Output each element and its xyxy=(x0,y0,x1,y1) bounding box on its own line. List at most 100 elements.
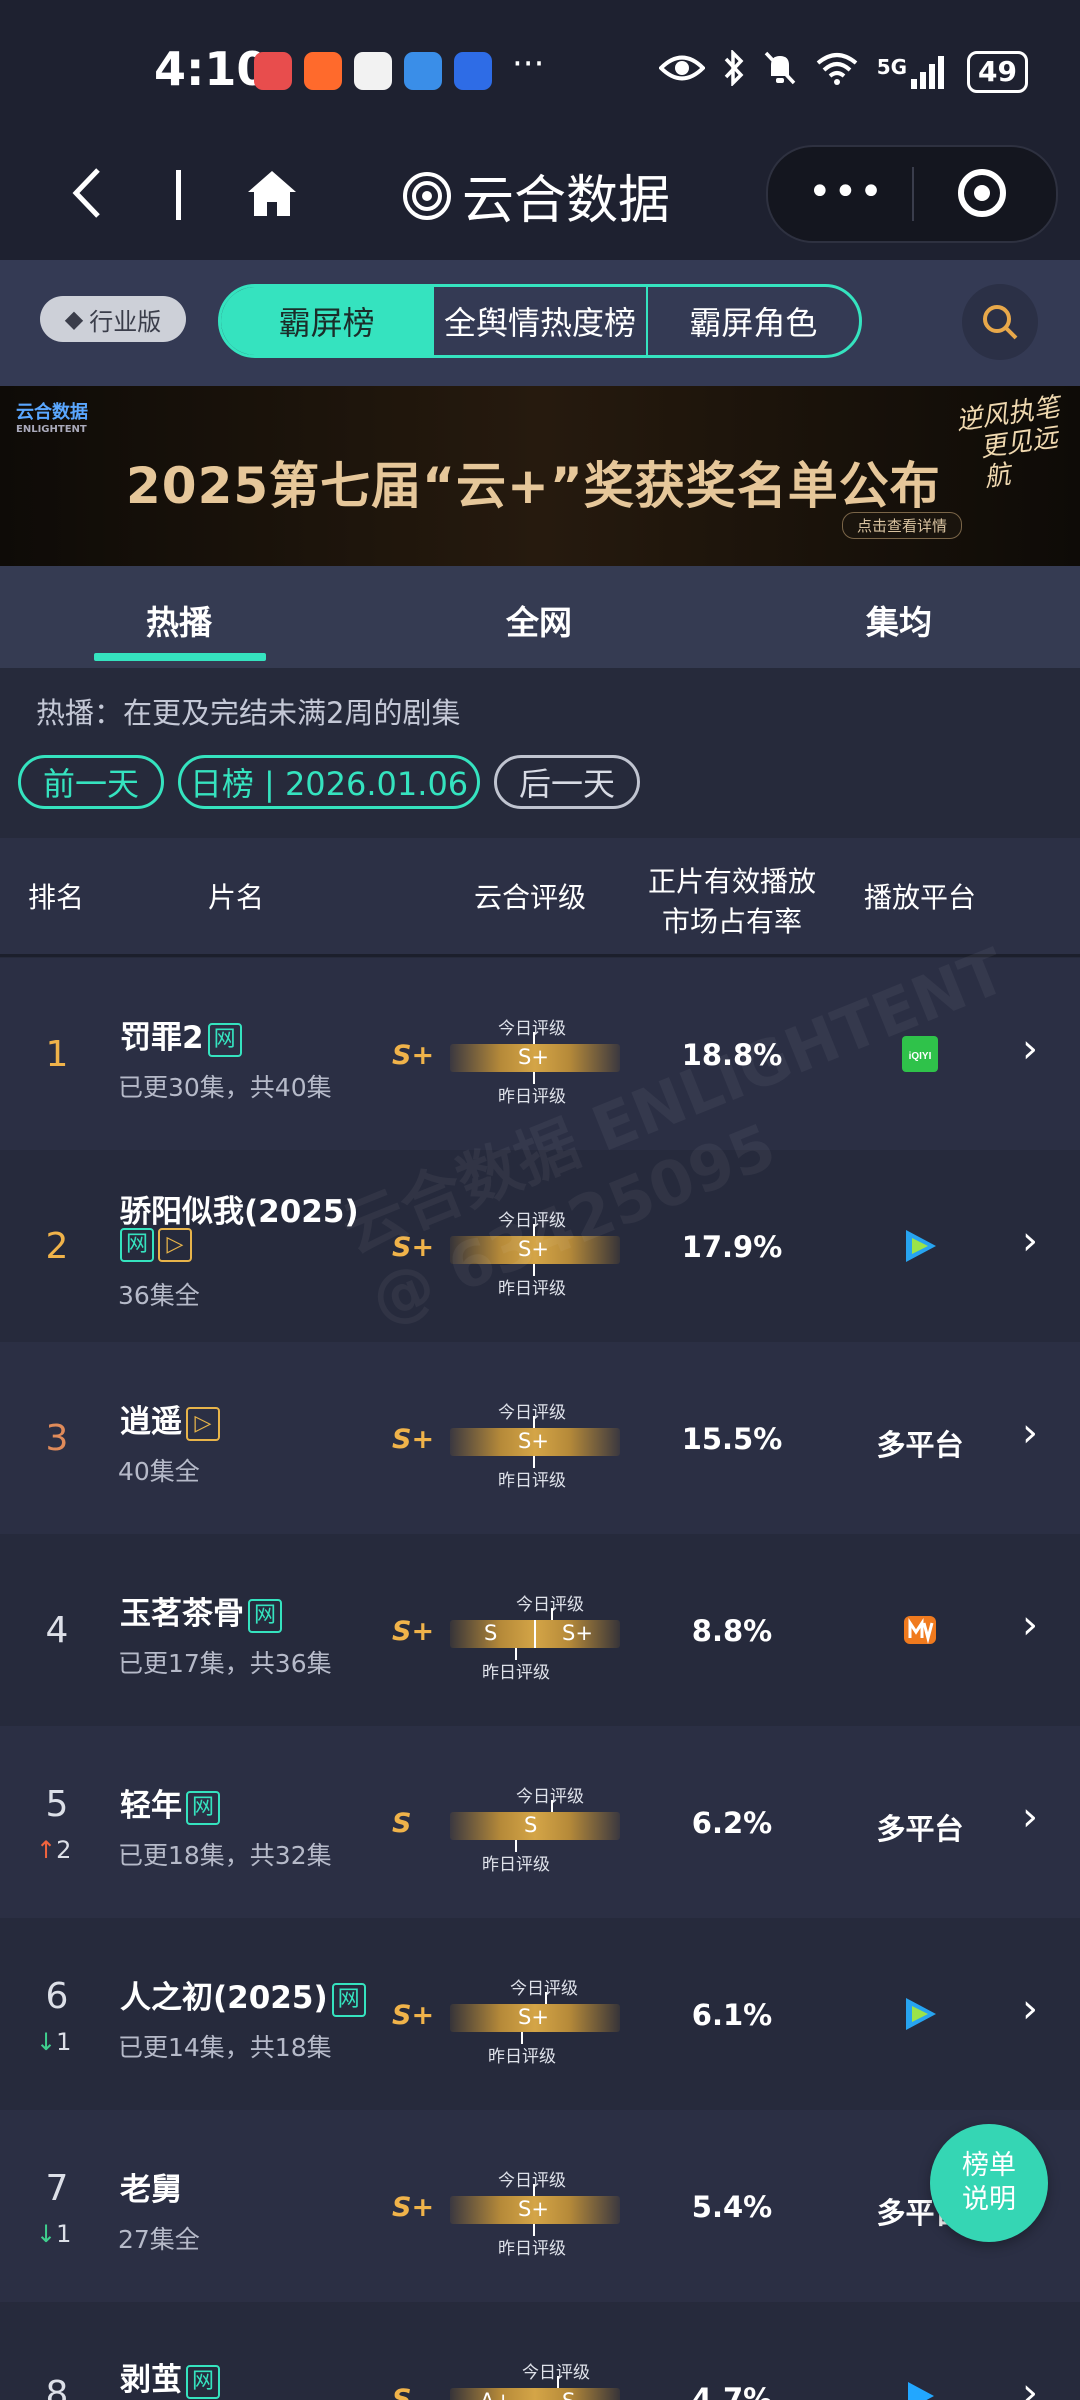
table-row[interactable]: 3 逍遥 ▷ 40集全 S+ 今日评级 S+ 昨日评级 15.5% 多平台 › xyxy=(0,1342,1080,1534)
today-rating-label: 今日评级 xyxy=(516,1787,584,1807)
rank-change-value: 1 xyxy=(56,2220,72,2248)
banner-detail-link[interactable]: 点击查看详情 xyxy=(842,512,963,539)
episode-info: 27集全 xyxy=(118,2225,200,2254)
yesterday-rating-label: 昨日评级 xyxy=(498,2239,566,2259)
prev-day-button[interactable]: 前一天 xyxy=(18,755,164,809)
ranking-explanation-line2: 说明 xyxy=(962,2184,1016,2215)
show-title: 玉茗茶骨网 xyxy=(120,1588,282,1633)
eye-icon xyxy=(657,53,706,90)
home-button[interactable] xyxy=(246,168,298,224)
banner-logo-sub: ENLIGHTENT xyxy=(16,424,87,435)
header-share-line2: 市场占有率 xyxy=(661,905,802,938)
platform-mgtv xyxy=(862,1610,978,1657)
tab-hot[interactable]: 热播 xyxy=(146,596,212,644)
rating-grade: S+ xyxy=(392,2192,435,2223)
bluetooth-icon xyxy=(723,48,745,93)
header-share-line1: 正片有效播放 xyxy=(647,865,816,898)
current-date-button[interactable]: 日榜 | 2026.01.06 xyxy=(178,755,480,809)
signal-icon: 5G xyxy=(877,55,949,89)
rank-number: 1 xyxy=(45,1034,69,1075)
chevron-right-icon[interactable]: › xyxy=(1022,2370,1038,2400)
table-row[interactable]: 4 玉茗茶骨网 已更17集，共36集 S+ 今日评级 S S+ 昨日评级 8.8… xyxy=(0,1534,1080,1726)
video-app-icon xyxy=(354,52,392,90)
close-miniprogram-button[interactable] xyxy=(958,169,1006,217)
back-button[interactable] xyxy=(70,165,104,235)
list-description: 热播：在更及完结未满2周的剧集 xyxy=(36,696,461,730)
table-row[interactable]: 6 ↓1 人之初(2025) 网 已更14集，共18集 S+ 今日评级 S+ 昨日… xyxy=(0,1918,1080,2110)
tab-avg[interactable]: 集均 xyxy=(866,596,932,644)
tv-drama-tag: ▷ xyxy=(158,1228,192,1262)
platform-multi: 多平台 xyxy=(876,1428,964,1462)
rank-number: 3 xyxy=(45,1418,69,1459)
market-share: 17.9% xyxy=(681,1230,783,1264)
show-title: 逍遥 ▷ xyxy=(120,1396,220,1441)
rating-bar-value: S+ xyxy=(518,2005,549,2029)
rank-number: 4 xyxy=(45,1610,69,1651)
show-title-text: 玉茗茶骨 xyxy=(120,1596,244,1632)
segment-role[interactable]: 霸屏角色 xyxy=(645,287,859,355)
table-row[interactable]: 5 ↑2 轻年网 已更18集，共32集 S 今日评级 S 昨日评级 6.2% 多… xyxy=(0,1726,1080,1918)
platform-youku xyxy=(862,2376,978,2400)
market-share: 8.8% xyxy=(691,1614,773,1648)
chevron-right-icon[interactable]: › xyxy=(1022,1794,1038,1840)
rank-number: 2 xyxy=(45,1226,69,1267)
kuaishou-app-icon xyxy=(304,52,342,90)
ranking-explanation-text: 榜单 说明 xyxy=(962,2149,1016,2217)
table-row[interactable]: 8 剥茧网 S 今日评级 A+ S 4.7% › xyxy=(0,2302,1080,2400)
ranking-explanation-button[interactable]: 榜单 说明 xyxy=(930,2124,1048,2242)
ranking-type-segment: 霸屏榜 全舆情热度榜 霸屏角色 xyxy=(218,284,862,358)
show-title-text: 罚罪2 xyxy=(120,1020,204,1056)
more-menu-button[interactable]: ••• xyxy=(808,169,885,215)
web-drama-tag: 网 xyxy=(331,1982,366,2017)
rank-number: 5 xyxy=(45,1784,69,1825)
web-drama-tag: 网 xyxy=(207,1022,242,1057)
rating-grade: S xyxy=(392,2384,412,2400)
segment-yuqing[interactable]: 全舆情热度榜 xyxy=(432,287,645,355)
rating-grade: S xyxy=(392,1808,412,1839)
search-button[interactable] xyxy=(962,284,1038,360)
bulb-app-icon xyxy=(454,52,492,90)
chevron-right-icon[interactable]: › xyxy=(1022,1410,1038,1456)
web-drama-tag: 网 xyxy=(248,1598,282,1633)
header-rank: 排名 xyxy=(27,881,84,914)
yesterday-rating-label: 昨日评级 xyxy=(488,2047,556,2067)
youku-icon xyxy=(908,2382,934,2400)
banner-logo-text: 云合数据 xyxy=(16,402,88,423)
episode-info: 已更30集，共40集 xyxy=(118,1073,332,1102)
tab-all[interactable]: 全网 xyxy=(506,596,572,644)
industry-edition-button[interactable]: ◆ 行业版 xyxy=(40,296,186,342)
today-rating-label: 今日评级 xyxy=(510,1979,578,1999)
rating-bar: S S+ xyxy=(450,1620,620,1648)
segment-baping[interactable]: 霸屏榜 xyxy=(221,287,433,355)
rating-tick xyxy=(557,2376,559,2388)
header-share: 正片有效播放 市场占有率 xyxy=(640,860,824,940)
show-title: 剥茧网 xyxy=(120,2354,220,2399)
capsule-divider xyxy=(912,167,914,221)
show-title-text: 剥茧 xyxy=(120,2362,182,2398)
mgtv-icon xyxy=(904,1616,936,1644)
next-day-button[interactable]: 后一天 xyxy=(494,755,640,809)
rating-bar: S xyxy=(450,1812,620,1840)
table-row[interactable]: 7 ↓1 老舅 27集全 S+ 今日评级 S+ 昨日评级 5.4% 多平台 › xyxy=(0,2110,1080,2302)
today-rating-label: 今日评级 xyxy=(498,1019,566,1039)
nav-divider xyxy=(176,170,181,220)
platform-tencent xyxy=(862,1994,978,2041)
diamond-icon: ◆ xyxy=(64,305,84,333)
wifi-icon xyxy=(815,51,859,92)
header-name: 片名 xyxy=(207,881,264,914)
show-title-text: 人之初(2025) xyxy=(120,1980,328,2016)
page-title: 云合数据 xyxy=(400,158,670,233)
chevron-right-icon[interactable]: › xyxy=(1022,1218,1038,1264)
rating-bar: A+ S xyxy=(450,2388,620,2400)
rank-number: 8 xyxy=(45,2374,69,2400)
yesterday-rating-label: 昨日评级 xyxy=(482,1855,550,1875)
rating-bar-value: S xyxy=(524,1813,538,1837)
show-tags: 网 ▷ xyxy=(116,1228,192,1262)
battery-indicator: 49 xyxy=(967,50,1028,93)
chevron-right-icon[interactable]: › xyxy=(1022,1602,1038,1648)
rating-grade: S+ xyxy=(392,1040,435,1071)
web-drama-tag: 网 xyxy=(186,2364,220,2399)
chevron-right-icon[interactable]: › xyxy=(1022,1986,1038,2032)
search-icon xyxy=(983,305,1018,340)
show-title: 罚罪2 网 xyxy=(120,1012,242,1057)
